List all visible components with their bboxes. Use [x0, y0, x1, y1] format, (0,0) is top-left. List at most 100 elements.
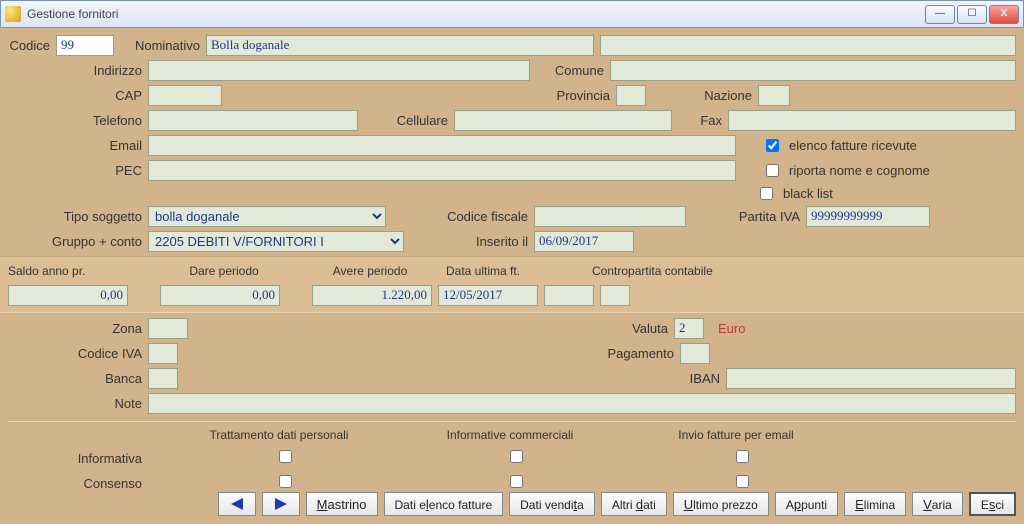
appunti-button[interactable]: Appunti [775, 492, 838, 516]
iban-input[interactable] [726, 368, 1016, 389]
altri-dati-button[interactable]: Altri dati [601, 492, 667, 516]
informativa-email-checkbox[interactable] [736, 450, 749, 463]
consenso-tratt-checkbox[interactable] [279, 475, 292, 488]
partita-iva-label: Partita IVA [692, 209, 800, 224]
mastrino-button[interactable]: Mastrino [306, 492, 378, 516]
saldo-input[interactable] [8, 285, 128, 306]
window-titlebar: Gestione fornitori — ☐ X [0, 0, 1024, 28]
gruppo-conto-select[interactable]: 2205 DEBITI V/FORNITORI I [148, 231, 404, 252]
iban-label: IBAN [670, 371, 720, 386]
consenso-email-checkbox[interactable] [736, 475, 749, 488]
data-ultima-header: Data ultima ft. [446, 264, 586, 278]
nazione-label: Nazione [652, 88, 752, 103]
indirizzo-label: Indirizzo [8, 63, 142, 78]
provincia-input[interactable] [616, 85, 646, 106]
zona-label: Zona [8, 321, 142, 336]
arrow-right-icon [275, 498, 287, 510]
tipo-soggetto-select[interactable]: bolla doganale [148, 206, 386, 227]
pagamento-input[interactable] [680, 343, 710, 364]
form-body: Codice Nominativo Indirizzo Comune CAP P… [0, 28, 1024, 503]
informativa-comm-checkbox[interactable] [510, 450, 523, 463]
contropartita-code-input[interactable] [544, 285, 594, 306]
varia-button[interactable]: Varia [912, 492, 963, 516]
cellulare-label: Cellulare [364, 113, 448, 128]
cellulare-input[interactable] [454, 110, 672, 131]
minimize-button[interactable]: — [925, 5, 955, 24]
window-title: Gestione fornitori [27, 7, 925, 21]
maximize-button[interactable]: ☐ [957, 5, 987, 24]
banca-input[interactable] [148, 368, 178, 389]
comune-input[interactable] [610, 60, 1016, 81]
codice-iva-label: Codice IVA [8, 346, 142, 361]
note-input[interactable] [148, 393, 1016, 414]
avere-input[interactable] [312, 285, 432, 306]
dare-header: Dare periodo [154, 264, 294, 278]
contropartita-header: Contropartita contabile [592, 264, 713, 278]
avere-header: Avere periodo [300, 264, 440, 278]
elenco-fatture-checkbox[interactable] [766, 139, 779, 152]
partita-iva-input[interactable] [806, 206, 930, 227]
provincia-label: Provincia [228, 88, 610, 103]
dati-elenco-button[interactable]: Dati elenco fatture [384, 492, 504, 516]
pagamento-label: Pagamento [584, 346, 674, 361]
button-bar: Mastrino Dati elenco fatture Dati vendit… [0, 488, 1024, 520]
note-label: Note [8, 396, 142, 411]
pec-input[interactable] [148, 160, 736, 181]
app-icon [5, 6, 21, 22]
elenco-fatture-label: elenco fatture ricevute [789, 138, 917, 153]
elimina-button[interactable]: Elimina [844, 492, 906, 516]
nominativo-label: Nominativo [120, 38, 200, 53]
email-input[interactable] [148, 135, 736, 156]
inserito-il-label: Inserito il [410, 234, 528, 249]
fax-label: Fax [678, 113, 722, 128]
riporta-checkbox[interactable] [766, 164, 779, 177]
valuta-desc: Euro [710, 321, 770, 336]
ultimo-prezzo-button[interactable]: Ultimo prezzo [673, 492, 769, 516]
codice-fiscale-label: Codice fiscale [392, 209, 528, 224]
contropartita-sub-input[interactable] [600, 285, 630, 306]
close-button[interactable]: X [989, 5, 1019, 24]
nazione-input[interactable] [758, 85, 790, 106]
inserito-il-input[interactable] [534, 231, 634, 252]
pec-label: PEC [8, 163, 142, 178]
next-button[interactable] [262, 492, 300, 516]
nominativo-input[interactable] [206, 35, 594, 56]
cap-label: CAP [8, 88, 142, 103]
black-list-label: black list [783, 186, 833, 201]
arrow-left-icon [231, 498, 243, 510]
prev-button[interactable] [218, 492, 256, 516]
invio-email-header: Invio fatture per email [626, 428, 846, 442]
esci-button[interactable]: Esci [969, 492, 1016, 516]
info-comm-header: Informative commerciali [400, 428, 620, 442]
email-label: Email [8, 138, 142, 153]
consenso-comm-checkbox[interactable] [510, 475, 523, 488]
zona-input[interactable] [148, 318, 188, 339]
informativa-tratt-checkbox[interactable] [279, 450, 292, 463]
banca-label: Banca [8, 371, 142, 386]
data-ultima-input[interactable] [438, 285, 538, 306]
valuta-input[interactable] [674, 318, 704, 339]
valuta-label: Valuta [608, 321, 668, 336]
saldo-header: Saldo anno pr. [8, 264, 148, 278]
dati-vendita-button[interactable]: Dati vendita [509, 492, 595, 516]
black-list-checkbox[interactable] [760, 187, 773, 200]
fax-input[interactable] [728, 110, 1016, 131]
codice-input[interactable] [56, 35, 114, 56]
nominativo2-input[interactable] [600, 35, 1016, 56]
telefono-input[interactable] [148, 110, 358, 131]
cap-input[interactable] [148, 85, 222, 106]
codice-label: Codice [8, 38, 50, 53]
riporta-label: riporta nome e cognome [789, 163, 930, 178]
informativa-label: Informativa [8, 451, 142, 466]
telefono-label: Telefono [8, 113, 142, 128]
trattamento-header: Trattamento dati personali [164, 428, 394, 442]
gruppo-conto-label: Gruppo + conto [8, 234, 142, 249]
comune-label: Comune [536, 63, 604, 78]
codice-iva-input[interactable] [148, 343, 178, 364]
indirizzo-input[interactable] [148, 60, 530, 81]
dare-input[interactable] [160, 285, 280, 306]
tipo-soggetto-label: Tipo soggetto [8, 209, 142, 224]
saldo-section: Saldo anno pr. Dare periodo Avere period… [0, 256, 1024, 313]
separator [8, 418, 1016, 422]
codice-fiscale-input[interactable] [534, 206, 686, 227]
